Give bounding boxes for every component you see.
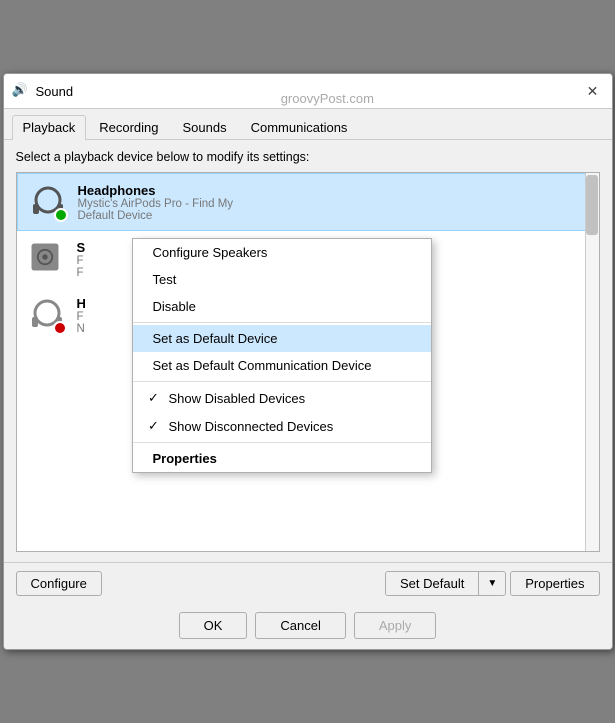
ctx-configure[interactable]: Configure Speakers	[133, 239, 431, 266]
set-default-button[interactable]: Set Default	[386, 572, 479, 595]
main-content: Select a playback device below to modify…	[4, 140, 612, 562]
ctx-disable[interactable]: Disable	[133, 293, 431, 320]
tab-sounds[interactable]: Sounds	[172, 115, 238, 139]
properties-button[interactable]: Properties	[510, 571, 599, 596]
sound-dialog: 🔊 Sound groovyPost.com ✕ Playback Record…	[3, 73, 613, 650]
tab-bar: Playback Recording Sounds Communications	[4, 109, 612, 140]
set-default-group: Set Default ▼	[385, 571, 506, 596]
apply-button[interactable]: Apply	[354, 612, 437, 639]
device-item-headphones[interactable]: Headphones Mystic's AirPods Pro - Find M…	[17, 173, 599, 231]
ok-cancel-row: OK Cancel Apply	[4, 604, 612, 649]
ctx-separator-3	[133, 442, 431, 443]
watermark-text: groovyPost.com	[281, 91, 374, 106]
ctx-properties[interactable]: Properties	[133, 445, 431, 472]
cancel-button[interactable]: Cancel	[255, 612, 345, 639]
configure-button[interactable]: Configure	[16, 571, 102, 596]
bottom-button-row: Configure Set Default ▼ Properties	[4, 562, 612, 604]
status-dot-red	[53, 321, 67, 335]
scrollbar[interactable]	[585, 173, 599, 551]
set-default-arrow-button[interactable]: ▼	[479, 572, 505, 595]
sound-icon: 🔊	[12, 82, 30, 100]
tab-recording[interactable]: Recording	[88, 115, 169, 139]
ctx-separator-1	[133, 322, 431, 323]
tab-communications[interactable]: Communications	[240, 115, 359, 139]
dialog-title: Sound	[36, 84, 74, 99]
ctx-show-disabled-label: Show Disabled Devices	[169, 391, 306, 406]
status-dot-green	[54, 208, 68, 222]
tab-playback[interactable]: Playback	[12, 115, 87, 140]
speaker-icon	[27, 239, 63, 275]
device-icon-headphones-wrap	[28, 182, 68, 222]
scrollbar-thumb[interactable]	[586, 175, 598, 235]
check-disabled-icon: ✓	[145, 390, 163, 406]
ctx-show-disconnected-label: Show Disconnected Devices	[169, 419, 334, 434]
title-bar: 🔊 Sound groovyPost.com ✕	[4, 74, 612, 109]
ok-button[interactable]: OK	[179, 612, 248, 639]
device-name-headphones: Headphones	[78, 183, 588, 198]
device-sub1-headphones: Mystic's AirPods Pro - Find My	[78, 198, 588, 210]
ctx-set-default[interactable]: Set as Default Device	[133, 325, 431, 352]
title-bar-left: 🔊 Sound	[12, 82, 74, 100]
ctx-show-disconnected[interactable]: ✓ Show Disconnected Devices	[133, 412, 431, 440]
ctx-test[interactable]: Test	[133, 266, 431, 293]
ctx-show-disabled[interactable]: ✓ Show Disabled Devices	[133, 384, 431, 412]
check-disconnected-icon: ✓	[145, 418, 163, 434]
context-menu: Configure Speakers Test Disable Set as D…	[132, 238, 432, 473]
device-icon-headphones2-wrap	[27, 295, 67, 335]
instruction-text: Select a playback device below to modify…	[16, 150, 600, 164]
close-button[interactable]: ✕	[582, 80, 604, 102]
device-info-headphones: Headphones Mystic's AirPods Pro - Find M…	[78, 183, 588, 222]
device-icon-speaker-wrap	[27, 239, 67, 279]
device-list[interactable]: Headphones Mystic's AirPods Pro - Find M…	[16, 172, 600, 552]
ctx-separator-2	[133, 381, 431, 382]
device-sub2-headphones: Default Device	[78, 210, 588, 222]
ctx-set-default-comm[interactable]: Set as Default Communication Device	[133, 352, 431, 379]
